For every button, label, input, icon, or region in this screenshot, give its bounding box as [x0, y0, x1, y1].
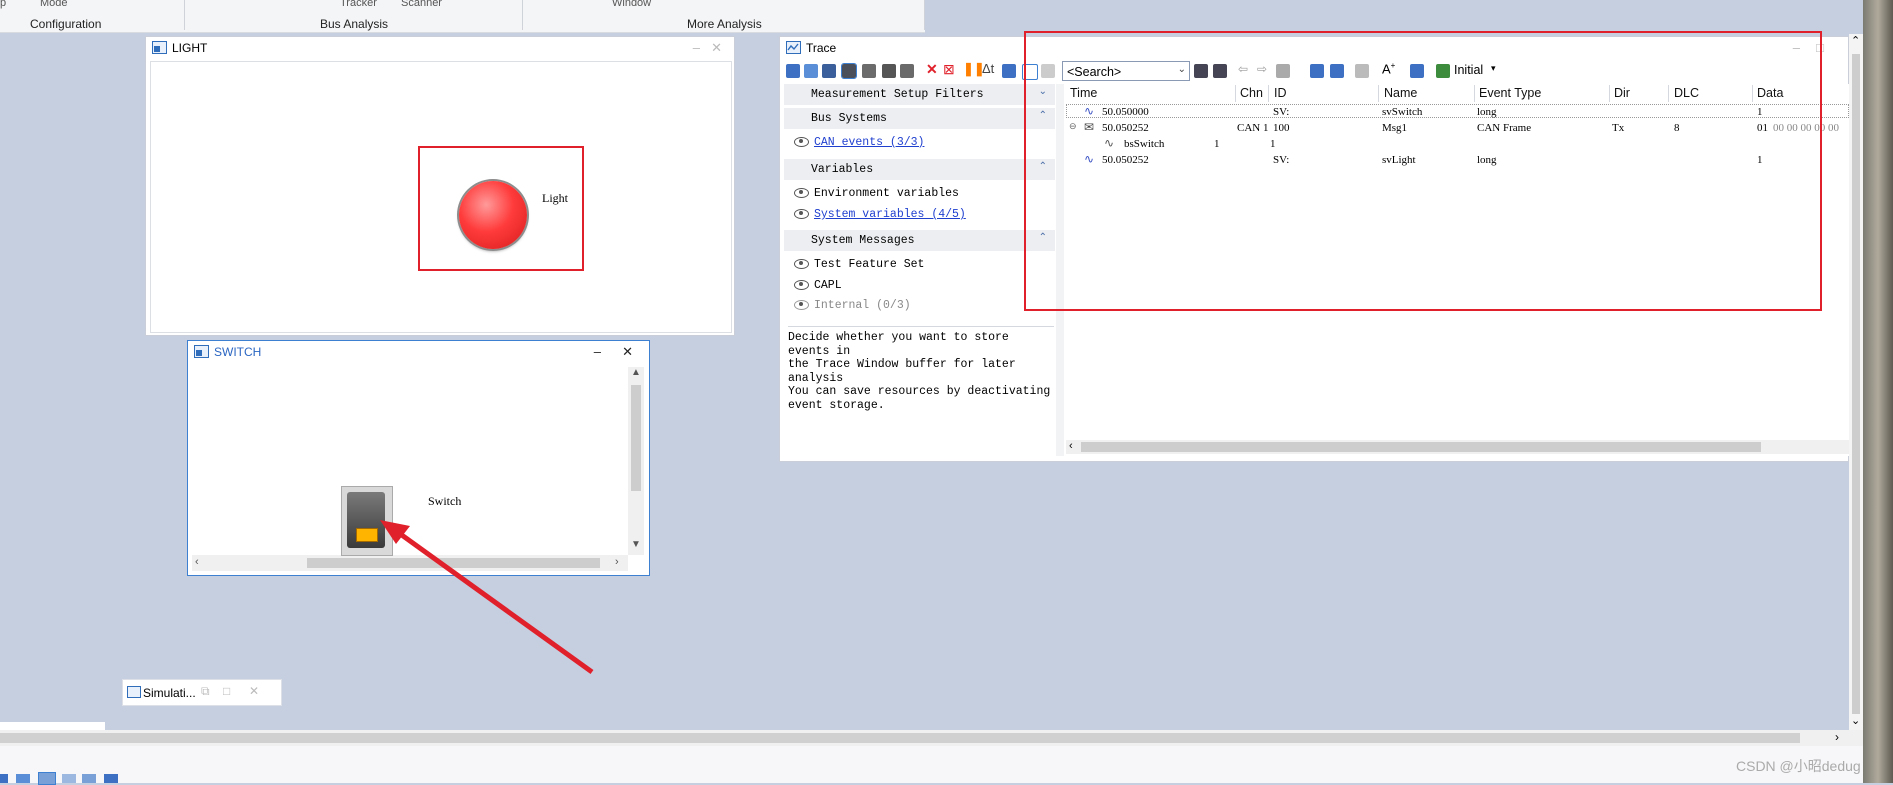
binoculars-icon[interactable]: [862, 64, 876, 78]
scroll-up-icon[interactable]: ⌃: [1851, 34, 1860, 47]
scroll-lock-icon[interactable]: [1002, 64, 1016, 78]
minimize-icon[interactable]: –: [693, 40, 700, 55]
filter-item-can-events[interactable]: CAN events (3/3): [794, 136, 924, 149]
scroll-thumb[interactable]: [631, 385, 641, 491]
main-vertical-scrollbar[interactable]: ⌃ ⌄: [1849, 34, 1863, 730]
filter-icon[interactable]: [841, 63, 857, 79]
close-icon[interactable]: ✕: [622, 344, 633, 360]
ribbon-group-bus-analysis: Bus Analysis: [320, 17, 389, 31]
filter-pane: Measurement Setup Filters ⌄ Bus Systems …: [784, 84, 1057, 456]
restore-icon[interactable]: ⧉: [201, 684, 210, 699]
eye-off-icon[interactable]: [794, 299, 809, 310]
ribbon-separator: [184, 0, 185, 30]
simulation-tab-label: Simulati...: [143, 686, 196, 700]
ribbon: p Mode Tracker Scanner Window Configurat…: [0, 0, 925, 33]
ribbon-group-more-analysis: More Analysis: [687, 17, 762, 31]
eye-icon[interactable]: [794, 279, 809, 290]
simulation-window-tab[interactable]: Simulati... ⧉ □ ✕: [122, 679, 282, 706]
detail-icon[interactable]: [822, 64, 836, 78]
filter-description: Decide whether you want to store events …: [788, 326, 1054, 412]
simulation-icon: [127, 686, 141, 698]
ribbon-top-label[interactable]: p: [0, 0, 6, 9]
trace-icon: [786, 41, 801, 54]
eye-icon[interactable]: [794, 136, 809, 147]
watermark: CSDN @小昭dedug: [1736, 758, 1861, 774]
toolbar-icon[interactable]: [62, 774, 76, 783]
desktop-edge: [1863, 0, 1893, 783]
ribbon-separator: [522, 0, 523, 30]
close-icon[interactable]: ✕: [711, 40, 722, 56]
panel-icon: [194, 345, 209, 358]
scroll-left-icon[interactable]: ‹: [195, 556, 199, 568]
system-messages-header[interactable]: System Messages ⌃: [784, 230, 1055, 251]
scroll-thumb[interactable]: [0, 733, 1800, 743]
scroll-right-icon[interactable]: ›: [615, 556, 619, 568]
trace-horizontal-scrollbar[interactable]: ‹: [1066, 440, 1849, 454]
ribbon-mode-label[interactable]: Mode: [40, 0, 68, 9]
filter-item-test-feature-set[interactable]: Test Feature Set: [794, 258, 924, 271]
sort-filter-icon[interactable]: [882, 64, 896, 78]
scroll-thumb[interactable]: [1081, 442, 1761, 452]
panel-icon: [152, 41, 167, 54]
toolbar-icon[interactable]: [82, 774, 96, 783]
scroll-left-icon[interactable]: ‹: [1069, 440, 1073, 452]
ribbon-scanner-label[interactable]: Scanner: [401, 0, 442, 9]
vertical-scrollbar[interactable]: ▲ ▼: [628, 367, 644, 555]
ribbon-window-label[interactable]: Window: [612, 0, 651, 9]
status-tab: [0, 722, 105, 730]
minimize-icon[interactable]: –: [594, 344, 601, 359]
scroll-up-icon[interactable]: ▲: [631, 367, 641, 378]
light-window-titlebar[interactable]: LIGHT – ✕: [146, 37, 734, 59]
clear-all-icon[interactable]: ⊠: [943, 61, 955, 78]
ribbon-group-configuration: Configuration: [30, 17, 102, 31]
annotation-box-light: [418, 146, 584, 271]
clear-icon[interactable]: ✕: [926, 61, 938, 78]
switch-window-titlebar[interactable]: SWITCH – ✕: [188, 341, 649, 363]
filter-item-internal[interactable]: Internal (0/3): [794, 299, 911, 312]
switch-label: Switch: [428, 494, 462, 508]
measurement-setup-filters-header[interactable]: Measurement Setup Filters ⌄: [784, 84, 1055, 105]
filter-item-system-variables[interactable]: System variables (4/5): [794, 208, 966, 221]
variables-header[interactable]: Variables ⌃: [784, 159, 1055, 180]
delta-time-icon[interactable]: Δt: [982, 61, 994, 76]
annotation-box-trace: [1024, 31, 1822, 311]
eye-icon[interactable]: [794, 208, 809, 219]
annotation-arrow: [380, 520, 594, 675]
switch-window-title: SWITCH: [214, 345, 262, 359]
filter-item-environment-variables[interactable]: Environment variables: [794, 187, 959, 200]
toolbar-icon[interactable]: [104, 774, 118, 783]
light-window-title: LIGHT: [172, 41, 208, 55]
main-horizontal-scrollbar[interactable]: ›: [0, 730, 1863, 746]
maximize-icon[interactable]: □: [223, 684, 230, 698]
close-icon[interactable]: ✕: [249, 684, 259, 698]
trace-window-title: Trace: [806, 41, 837, 55]
ribbon-tracker-label[interactable]: Tracker: [340, 0, 377, 9]
toolbar-icon[interactable]: [0, 774, 8, 783]
filter-item-capl[interactable]: CAPL: [794, 279, 842, 292]
scroll-down-icon[interactable]: ⌄: [1851, 714, 1860, 727]
scroll-thumb[interactable]: [1852, 54, 1860, 714]
ribbon-separator: [924, 0, 925, 30]
statistics-icon[interactable]: [804, 64, 818, 78]
info-icon[interactable]: [786, 64, 800, 78]
bus-systems-header[interactable]: Bus Systems ⌃: [784, 108, 1055, 129]
eye-icon[interactable]: [794, 187, 809, 198]
scroll-down-icon[interactable]: ▼: [631, 539, 641, 550]
find-icon[interactable]: [900, 64, 914, 78]
toolbar-icon[interactable]: [38, 772, 56, 785]
toolbar-icon[interactable]: [16, 774, 30, 783]
scroll-right-icon[interactable]: ›: [1835, 730, 1839, 744]
eye-icon[interactable]: [794, 258, 809, 269]
bottom-toolbar: [0, 746, 1863, 785]
